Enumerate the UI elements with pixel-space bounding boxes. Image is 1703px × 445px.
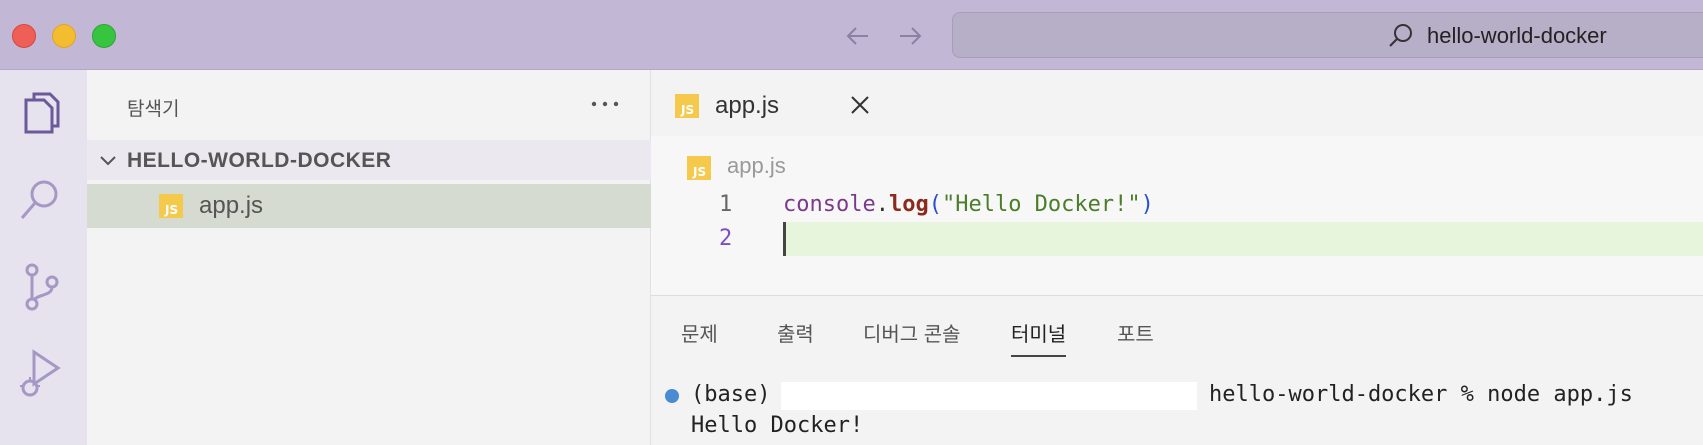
command-center-search[interactable]: hello-world-docker xyxy=(952,12,1703,58)
tab-label: app.js xyxy=(715,92,780,119)
code-line[interactable]: console.log("Hello Docker!") xyxy=(783,192,1154,217)
terminal-output: Hello Docker! xyxy=(691,413,864,438)
text-cursor xyxy=(783,222,786,256)
folder-header[interactable]: HELLO-WORLD-DOCKER xyxy=(87,140,651,180)
explorer-icon[interactable] xyxy=(16,88,66,142)
close-icon[interactable] xyxy=(849,94,871,116)
tab-debug-console[interactable]: 디버그 콘솔 xyxy=(863,318,961,347)
code-editor[interactable]: JS app.js 1 console.log("Hello Docker!")… xyxy=(651,136,1703,295)
title-bar: hello-world-docker xyxy=(0,0,1703,70)
explorer-sidebar: 탐색기 HELLO-WORLD-DOCKER JS app.js xyxy=(87,70,651,445)
tab-problems[interactable]: 문제 xyxy=(681,318,718,347)
file-item-app-js[interactable]: JS app.js xyxy=(87,184,651,228)
breadcrumb-file: app.js xyxy=(727,153,786,178)
minimize-window-button[interactable] xyxy=(52,24,76,48)
bottom-panel: 문제 출력 디버그 콘솔 터미널 포트 (base) hello-world-d… xyxy=(651,295,1703,445)
maximize-window-button[interactable] xyxy=(92,24,116,48)
javascript-file-icon: JS xyxy=(675,94,699,118)
tab-output[interactable]: 출력 xyxy=(777,318,814,347)
more-actions-icon[interactable] xyxy=(589,98,621,110)
line-number: 1 xyxy=(719,192,733,217)
tab-terminal[interactable]: 터미널 xyxy=(1011,318,1067,357)
activity-bar xyxy=(0,70,87,445)
run-debug-icon[interactable] xyxy=(16,346,66,400)
arrow-left-icon[interactable] xyxy=(842,20,874,52)
file-label: app.js xyxy=(199,192,264,219)
terminal-command: hello-world-docker % node app.js xyxy=(1209,382,1633,407)
sidebar-title: 탐색기 xyxy=(127,99,180,120)
close-window-button[interactable] xyxy=(12,24,36,48)
search-icon xyxy=(1389,24,1412,47)
editor-area: JS app.js JS app.js 1 console.log("Hello… xyxy=(651,70,1703,295)
tab-app-js[interactable]: JS app.js xyxy=(651,70,885,136)
chevron-down-icon xyxy=(100,156,116,166)
search-text: hello-world-docker xyxy=(1427,23,1607,48)
arrow-right-icon[interactable] xyxy=(894,20,926,52)
source-control-icon[interactable] xyxy=(16,260,66,314)
redacted-region xyxy=(781,382,1197,410)
tab-ports[interactable]: 포트 xyxy=(1117,318,1154,347)
line-number: 2 xyxy=(719,226,733,251)
terminal-prompt-prefix: (base) xyxy=(691,382,771,407)
command-status-dot xyxy=(665,389,679,403)
current-line-highlight xyxy=(783,222,1703,256)
javascript-file-icon: JS xyxy=(159,194,183,218)
folder-label: HELLO-WORLD-DOCKER xyxy=(127,149,392,172)
javascript-file-icon: JS xyxy=(687,156,711,180)
search-icon[interactable] xyxy=(16,174,66,228)
